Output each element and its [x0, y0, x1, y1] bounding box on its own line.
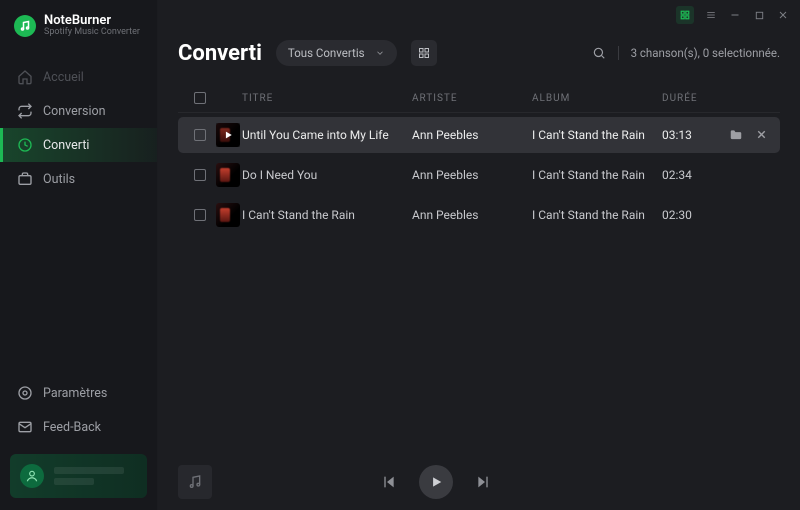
table-row[interactable]: Until You Came into My LifeAnn PeeblesI …: [178, 117, 780, 153]
track-duration: 02:30: [662, 208, 722, 222]
user-info-placeholder: [54, 467, 137, 485]
sidebar-item-label: Feed-Back: [43, 420, 101, 435]
sidebar-item-param-tres[interactable]: Paramètres: [0, 376, 157, 410]
brand: NoteBurner Spotify Music Converter: [0, 0, 157, 52]
track-artist: Ann Peebles: [412, 208, 532, 222]
track-artist: Ann Peebles: [412, 168, 532, 182]
divider: [618, 46, 619, 60]
row-checkbox[interactable]: [194, 169, 206, 181]
sidebar-item-accueil[interactable]: Accueil: [0, 60, 157, 94]
tracks-table: TITRE ARTISTE ALBUM DURÉE Until You Came…: [158, 84, 800, 454]
minimize-button[interactable]: [728, 8, 742, 22]
col-artist: ARTISTE: [412, 93, 532, 104]
row-checkbox[interactable]: [194, 209, 206, 221]
menu-icon[interactable]: [704, 8, 718, 22]
brand-title: NoteBurner: [44, 14, 140, 28]
track-title: Until You Came into My Life: [242, 128, 412, 142]
track-duration: 02:34: [662, 168, 722, 182]
track-album: I Can't Stand the Rain: [532, 168, 662, 182]
sidebar-item-label: Converti: [43, 138, 89, 153]
track-artwork: [216, 203, 240, 227]
brand-subtitle: Spotify Music Converter: [44, 28, 140, 38]
page-title: Converti: [178, 41, 262, 66]
track-album: I Can't Stand the Rain: [532, 208, 662, 222]
sidebar-item-label: Outils: [43, 172, 75, 187]
settings-icon: [17, 385, 33, 401]
track-title: Do I Need You: [242, 168, 412, 182]
sidebar-item-outils[interactable]: Outils: [0, 162, 157, 196]
track-artist: Ann Peebles: [412, 128, 532, 142]
table-header: TITRE ARTISTE ALBUM DURÉE: [178, 84, 780, 113]
track-title: I Can't Stand the Rain: [242, 208, 412, 222]
titlebar: [158, 0, 800, 30]
player-bar: [158, 454, 800, 510]
converted-icon: [17, 137, 33, 153]
track-artwork: [216, 163, 240, 187]
sidebar-item-feed-back[interactable]: Feed-Back: [0, 410, 157, 444]
track-album: I Can't Stand the Rain: [532, 128, 662, 142]
sidebar-item-label: Paramètres: [43, 386, 107, 401]
play-button[interactable]: [419, 465, 453, 499]
layout-grid-button[interactable]: [676, 6, 694, 24]
user-avatar-icon: [20, 464, 44, 488]
col-title: TITRE: [242, 93, 412, 104]
sidebar-item-label: Accueil: [43, 70, 84, 85]
search-button[interactable]: [592, 46, 606, 60]
track-duration: 03:13: [662, 128, 722, 142]
status-text: 3 chanson(s), 0 selectionnée.: [631, 46, 780, 60]
sidebar: NoteBurner Spotify Music Converter Accue…: [0, 0, 158, 510]
close-button[interactable]: [776, 8, 790, 22]
previous-button[interactable]: [381, 474, 397, 490]
next-button[interactable]: [475, 474, 491, 490]
feedback-icon: [17, 419, 33, 435]
home-icon: [17, 69, 33, 85]
player-artwork[interactable]: [178, 465, 212, 499]
main: Converti Tous Convertis 3 chanson(s), 0 …: [158, 0, 800, 510]
folder-icon[interactable]: [729, 128, 743, 142]
tools-icon: [17, 171, 33, 187]
table-row[interactable]: Do I Need YouAnn PeeblesI Can't Stand th…: [178, 157, 780, 193]
col-album: ALBUM: [532, 93, 662, 104]
row-checkbox[interactable]: [194, 129, 206, 141]
bottom-nav: Paramètres Feed-Back: [0, 376, 157, 444]
conversion-icon: [17, 103, 33, 119]
user-card[interactable]: [10, 454, 147, 498]
brand-icon: [14, 15, 36, 37]
page-header: Converti Tous Convertis 3 chanson(s), 0 …: [158, 30, 800, 84]
chevron-down-icon: [375, 48, 385, 58]
view-grid-button[interactable]: [411, 40, 437, 66]
select-all-checkbox[interactable]: [194, 92, 206, 104]
table-row[interactable]: I Can't Stand the RainAnn PeeblesI Can't…: [178, 197, 780, 233]
main-nav: Accueil Conversion Converti Outils: [0, 60, 157, 196]
play-icon[interactable]: [216, 123, 240, 147]
maximize-button[interactable]: [752, 8, 766, 22]
remove-icon[interactable]: [755, 128, 768, 142]
filter-dropdown-label: Tous Convertis: [288, 46, 365, 60]
sidebar-item-converti[interactable]: Converti: [0, 128, 157, 162]
sidebar-item-conversion[interactable]: Conversion: [0, 94, 157, 128]
col-duration: DURÉE: [662, 93, 722, 104]
filter-dropdown[interactable]: Tous Convertis: [276, 40, 397, 66]
sidebar-item-label: Conversion: [43, 104, 106, 119]
